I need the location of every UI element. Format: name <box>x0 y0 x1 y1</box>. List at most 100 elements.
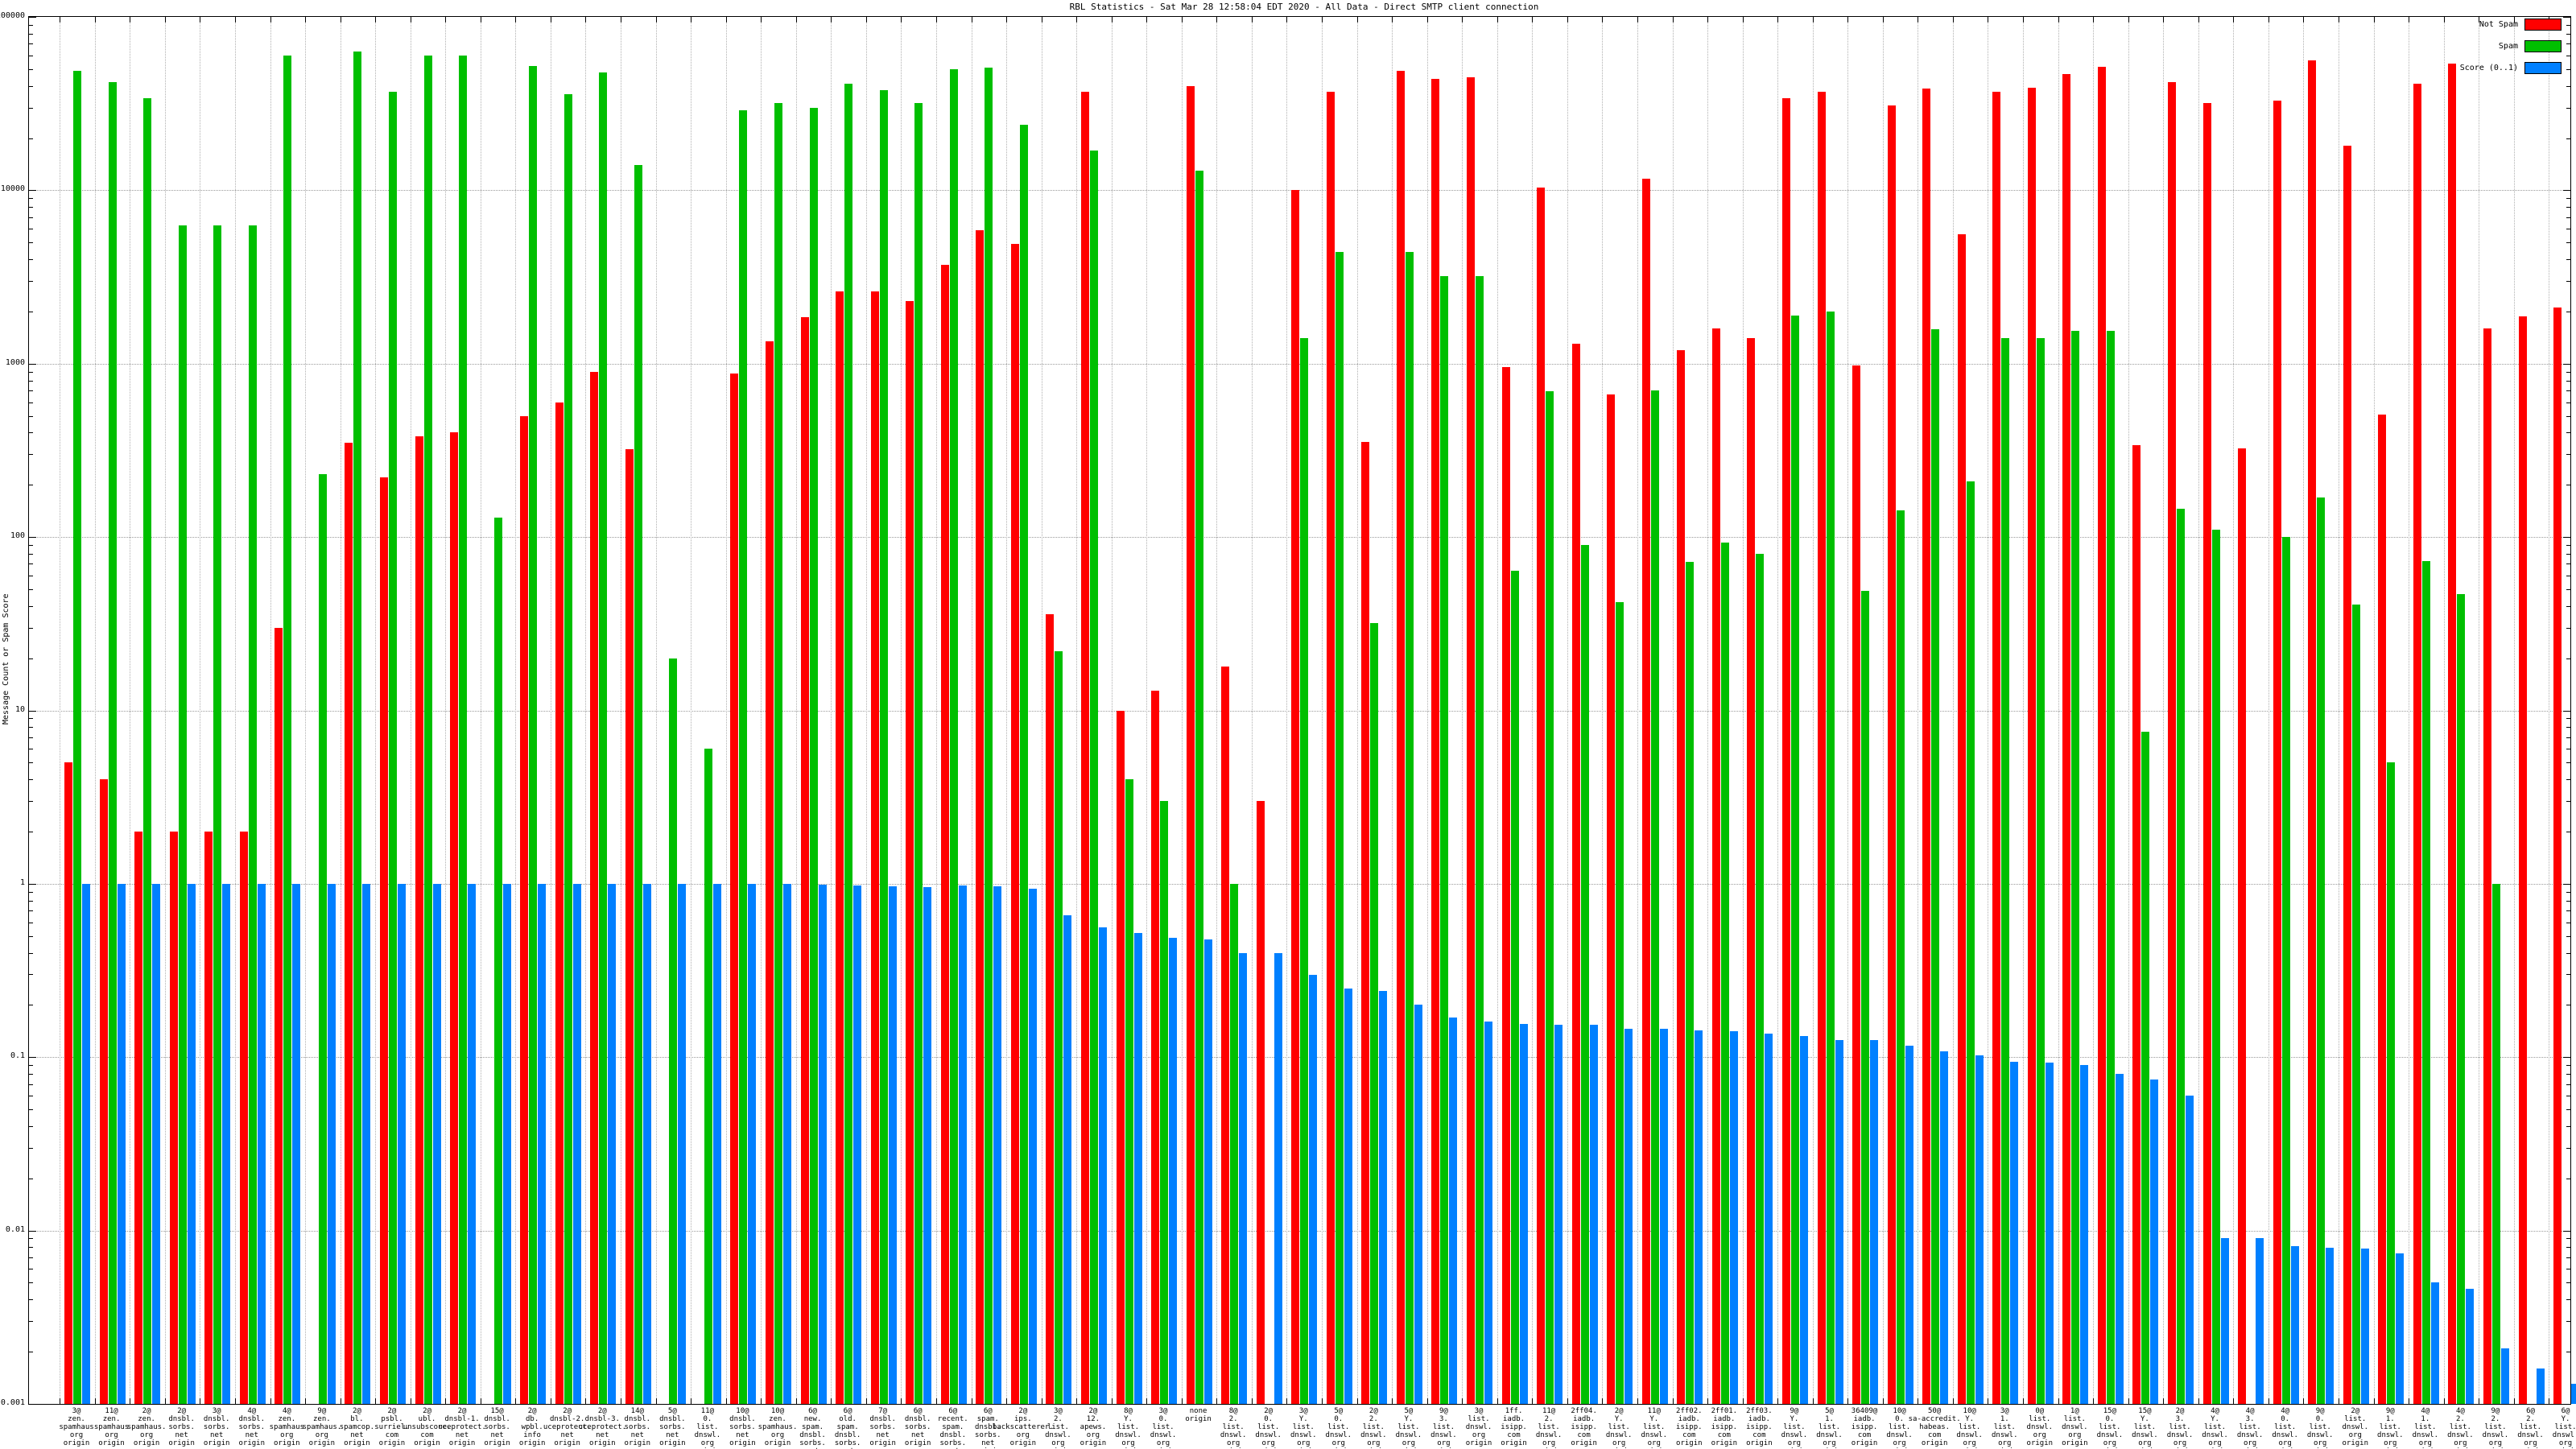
y-major-tick <box>2563 1230 2570 1232</box>
v-gridline <box>1496 17 1498 1404</box>
bar-score <box>1309 974 1318 1404</box>
bar-not-spam <box>345 442 353 1404</box>
bar-not-spam <box>2483 328 2491 1404</box>
y-minor-tick <box>2566 380 2570 382</box>
y-major-tick <box>2563 363 2570 365</box>
y-minor-tick <box>29 1257 33 1258</box>
bar-spam <box>1546 391 1554 1404</box>
v-gridline <box>1777 17 1779 1404</box>
bar-spam <box>1055 650 1063 1404</box>
bar-spam <box>1440 275 1449 1404</box>
bar-not-spam <box>2518 316 2527 1404</box>
v-gridline <box>2373 17 2375 1404</box>
bar-spam <box>1650 390 1659 1404</box>
bar-spam <box>248 225 257 1404</box>
v-gridline <box>831 17 832 1404</box>
x-tick <box>1251 17 1253 23</box>
x-tick <box>1392 1398 1393 1404</box>
bar-spam <box>2351 604 2360 1404</box>
y-minor-tick <box>2566 85 2570 87</box>
bar-score <box>1729 1031 1738 1404</box>
x-tick <box>585 17 587 23</box>
bar-score <box>327 883 336 1404</box>
y-minor-tick <box>29 24 33 26</box>
x-tick <box>831 1398 832 1404</box>
bar-spam <box>774 102 782 1404</box>
y-minor-tick <box>2566 1257 2570 1258</box>
y-tick-label: 100000 <box>0 11 25 20</box>
bar-spam <box>809 107 818 1404</box>
bar-not-spam <box>2448 63 2457 1404</box>
x-tick <box>1426 1398 1428 1404</box>
y-tick-label: 0.001 <box>0 1398 25 1407</box>
v-gridline <box>795 17 797 1404</box>
bar-spam <box>2141 732 2150 1404</box>
x-tick <box>445 17 447 23</box>
bar-spam <box>423 55 432 1404</box>
x-tick <box>1076 17 1078 23</box>
bar-not-spam <box>1957 233 1966 1404</box>
bar-spam <box>178 225 187 1404</box>
y-minor-tick <box>29 1282 33 1284</box>
bar-score <box>1765 1033 1773 1404</box>
y-minor-tick <box>29 588 33 590</box>
y-minor-tick <box>2566 1065 2570 1067</box>
y-minor-tick <box>29 85 33 87</box>
bar-spam <box>1230 883 1239 1404</box>
y-minor-tick <box>29 952 33 954</box>
v-gridline <box>2163 17 2165 1404</box>
bar-not-spam <box>1571 344 1580 1404</box>
y-minor-tick <box>2566 779 2570 781</box>
bar-not-spam <box>520 415 529 1404</box>
legend-label-not-spam: Not Spam <box>2479 20 2518 29</box>
y-minor-tick <box>2566 1321 2570 1323</box>
x-tick <box>1322 17 1323 23</box>
bar-score <box>608 883 617 1404</box>
v-gridline <box>234 17 236 1404</box>
x-tick <box>2093 17 2095 23</box>
bar-score <box>2150 1080 2159 1404</box>
x-tick <box>1602 1398 1604 1404</box>
bar-not-spam <box>99 779 108 1404</box>
bar-not-spam <box>1501 366 1510 1404</box>
x-tick <box>2443 1398 2445 1404</box>
bar-spam <box>108 82 117 1404</box>
bar-score <box>1344 988 1352 1404</box>
y-minor-tick <box>2566 33 2570 35</box>
bar-not-spam <box>590 371 599 1404</box>
v-gridline <box>1847 17 1849 1404</box>
x-tick <box>1637 1398 1638 1404</box>
bar-not-spam <box>415 436 423 1404</box>
x-tick <box>94 1398 96 1404</box>
bar-spam <box>879 89 888 1404</box>
bar-spam <box>1405 252 1414 1404</box>
bar-spam <box>2457 593 2466 1404</box>
y-minor-tick <box>29 627 33 629</box>
bar-score <box>82 883 90 1404</box>
chart-title: RBL Statistics - Sat Mar 28 12:58:04 EDT… <box>1069 2 1539 12</box>
v-gridline <box>2233 17 2235 1404</box>
x-tick <box>1322 1398 1323 1404</box>
bar-not-spam <box>2027 88 2036 1404</box>
bar-spam <box>2211 530 2220 1404</box>
bar-spam <box>739 109 748 1404</box>
y-minor-tick <box>29 900 33 902</box>
y-minor-tick <box>29 1238 33 1240</box>
bar-not-spam <box>1221 666 1230 1404</box>
y-minor-tick <box>2566 605 2570 607</box>
bar-score <box>2186 1096 2194 1404</box>
v-gridline <box>445 17 447 1404</box>
v-gridline <box>1181 17 1183 1404</box>
bar-spam <box>73 70 81 1404</box>
bar-spam <box>1720 542 1729 1404</box>
x-tick <box>1006 1398 1008 1404</box>
y-major-tick <box>29 17 36 18</box>
y-minor-tick <box>29 974 33 976</box>
y-tick-label: 1 <box>19 877 25 887</box>
x-tick <box>1462 1398 1463 1404</box>
v-gridline <box>761 17 762 1404</box>
bar-spam <box>634 164 642 1404</box>
v-gridline <box>1952 17 1954 1404</box>
x-tick <box>935 17 937 23</box>
bar-spam <box>564 93 572 1404</box>
